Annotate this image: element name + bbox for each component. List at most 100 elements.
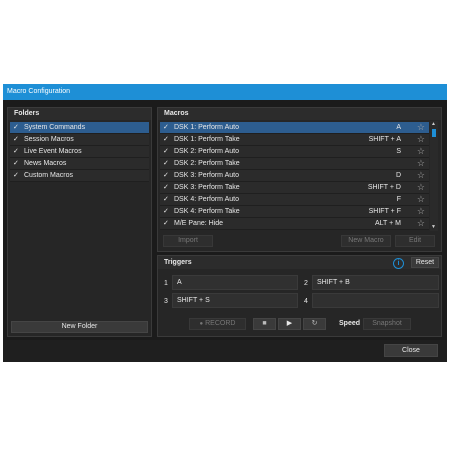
macro-item-shortcut: A bbox=[396, 124, 401, 131]
macro-item-label: DSK 1: Perform Auto bbox=[174, 124, 239, 131]
macros-header: Macros bbox=[158, 108, 441, 120]
macro-item-shortcut: SHIFT + D bbox=[367, 184, 401, 191]
macro-item[interactable]: ✓ DSK 3: Perform Take SHIFT + D ☆ bbox=[160, 182, 429, 194]
favorite-star-icon[interactable]: ☆ bbox=[417, 146, 425, 156]
favorite-star-icon[interactable]: ☆ bbox=[417, 134, 425, 144]
macro-configuration-dialog: Macro Configuration Folders ✓ System Comm… bbox=[3, 84, 447, 362]
macro-item-shortcut: SHIFT + A bbox=[368, 136, 401, 143]
check-icon[interactable]: ✓ bbox=[163, 219, 169, 227]
folder-item[interactable]: ✓ Custom Macros bbox=[10, 170, 149, 182]
loop-button[interactable]: ↻ bbox=[303, 318, 326, 330]
triggers-title: Triggers bbox=[164, 259, 192, 266]
macro-item[interactable]: ✓ DSK 4: Perform Auto F ☆ bbox=[160, 194, 429, 206]
folder-item[interactable]: ✓ Live Event Macros bbox=[10, 146, 149, 158]
macro-item-label: DSK 2: Perform Auto bbox=[174, 148, 239, 155]
folders-title: Folders bbox=[14, 110, 40, 117]
macro-item[interactable]: ✓ DSK 2: Perform Take ☆ bbox=[160, 158, 429, 170]
play-button[interactable]: ▶ bbox=[278, 318, 301, 330]
trigger-1-field[interactable]: A bbox=[172, 275, 298, 290]
macros-panel: Macros ✓ DSK 1: Perform Auto A ☆ ✓ DSK 1: Per… bbox=[157, 107, 442, 252]
speed-label: Speed bbox=[339, 320, 361, 327]
record-dot-icon: ● bbox=[199, 321, 204, 327]
favorite-star-icon[interactable]: ☆ bbox=[417, 206, 425, 216]
macro-item-shortcut: ALT + M bbox=[374, 220, 401, 227]
macro-item-shortcut: F bbox=[396, 196, 401, 203]
record-button[interactable]: ● RECORD bbox=[189, 318, 246, 330]
loop-icon: ↻ bbox=[311, 320, 318, 327]
check-icon[interactable]: ✓ bbox=[163, 135, 169, 143]
trigger-3-field[interactable]: SHIFT + S bbox=[172, 293, 298, 308]
close-button[interactable]: Close bbox=[384, 344, 438, 357]
macro-item-label: DSK 1: Perform Take bbox=[174, 136, 240, 143]
folder-item-label: Live Event Macros bbox=[24, 148, 82, 155]
macro-item[interactable]: ✓ DSK 1: Perform Take SHIFT + A ☆ bbox=[160, 134, 429, 146]
trigger-2-value: SHIFT + B bbox=[317, 279, 350, 286]
macro-item-shortcut: SHIFT + F bbox=[368, 208, 401, 215]
new-folder-button[interactable]: New Folder bbox=[11, 321, 148, 333]
trigger-3-value: SHIFT + S bbox=[177, 297, 210, 304]
check-icon[interactable]: ✓ bbox=[163, 123, 169, 131]
macro-item-shortcut: S bbox=[396, 148, 401, 155]
check-icon[interactable]: ✓ bbox=[163, 171, 169, 179]
favorite-star-icon[interactable]: ☆ bbox=[417, 182, 425, 192]
favorite-star-icon[interactable]: ☆ bbox=[417, 218, 425, 228]
favorite-star-icon[interactable]: ☆ bbox=[417, 158, 425, 168]
folders-header: Folders bbox=[8, 108, 151, 120]
check-icon[interactable]: ✓ bbox=[163, 147, 169, 155]
macro-item[interactable]: ✓ DSK 1: Perform Auto A ☆ bbox=[160, 122, 429, 134]
macros-title: Macros bbox=[164, 110, 189, 117]
check-icon[interactable]: ✓ bbox=[13, 171, 19, 179]
macro-item-shortcut: D bbox=[395, 172, 401, 179]
macro-item[interactable]: ✓ M/E Pane: Hide ALT + M ☆ bbox=[160, 218, 429, 230]
check-icon[interactable]: ✓ bbox=[13, 123, 19, 131]
check-icon[interactable]: ✓ bbox=[163, 183, 169, 191]
macro-item[interactable]: ✓ DSK 2: Perform Auto S ☆ bbox=[160, 146, 429, 158]
speed-select[interactable]: Snapshot bbox=[363, 318, 411, 330]
macro-item-label: DSK 3: Perform Take bbox=[174, 184, 240, 191]
check-icon[interactable]: ✓ bbox=[163, 159, 169, 167]
folder-item-label: News Macros bbox=[24, 160, 67, 167]
stop-button[interactable]: ■ bbox=[253, 318, 276, 330]
dialog-footer: Close bbox=[3, 340, 447, 362]
folder-item[interactable]: ✓ News Macros bbox=[10, 158, 149, 170]
info-icon[interactable]: i bbox=[393, 258, 404, 269]
scroll-up-icon[interactable]: ▲ bbox=[431, 121, 436, 127]
check-icon[interactable]: ✓ bbox=[13, 135, 19, 143]
folders-panel: Folders ✓ System Commands ✓ Session Macros ✓… bbox=[7, 107, 152, 337]
trigger-2-field[interactable]: SHIFT + B bbox=[312, 275, 439, 290]
folder-item[interactable]: ✓ Session Macros bbox=[10, 134, 149, 146]
title-bar: Macro Configuration bbox=[3, 84, 447, 100]
check-icon[interactable]: ✓ bbox=[163, 195, 169, 203]
favorite-star-icon[interactable]: ☆ bbox=[417, 170, 425, 180]
triggers-panel: Triggers i Reset 1 A 2 SHIFT + B 3 SHIFT… bbox=[157, 255, 442, 337]
reset-button[interactable]: Reset bbox=[411, 257, 439, 268]
folder-item-label: Session Macros bbox=[24, 136, 74, 143]
folder-item[interactable]: ✓ System Commands bbox=[10, 122, 149, 134]
stop-icon: ■ bbox=[262, 320, 267, 327]
scroll-down-icon[interactable]: ▼ bbox=[431, 224, 436, 230]
favorite-star-icon[interactable]: ☆ bbox=[417, 194, 425, 204]
macro-item[interactable]: ✓ DSK 4: Perform Take SHIFT + F ☆ bbox=[160, 206, 429, 218]
trigger-4-field[interactable] bbox=[312, 293, 439, 308]
record-label: RECORD bbox=[205, 320, 236, 327]
new-macro-button[interactable]: New Macro bbox=[341, 235, 391, 247]
trigger-2-number: 2 bbox=[304, 280, 308, 287]
check-icon[interactable]: ✓ bbox=[13, 147, 19, 155]
macro-item[interactable]: ✓ DSK 3: Perform Auto D ☆ bbox=[160, 170, 429, 182]
macro-item-label: DSK 4: Perform Auto bbox=[174, 196, 239, 203]
play-icon: ▶ bbox=[286, 320, 293, 327]
favorite-star-icon[interactable]: ☆ bbox=[417, 122, 425, 132]
scrollbar-thumb[interactable] bbox=[432, 129, 436, 137]
trigger-3-number: 3 bbox=[164, 298, 168, 305]
trigger-1-number: 1 bbox=[164, 280, 168, 287]
trigger-1-value: A bbox=[177, 279, 182, 286]
folder-item-label: Custom Macros bbox=[24, 172, 74, 179]
window-title: Macro Configuration bbox=[7, 88, 71, 95]
macro-item-label: DSK 2: Perform Take bbox=[174, 160, 240, 167]
macro-item-label: DSK 3: Perform Auto bbox=[174, 172, 239, 179]
import-button[interactable]: Import bbox=[163, 235, 213, 247]
check-icon[interactable]: ✓ bbox=[13, 159, 19, 167]
edit-button[interactable]: Edit bbox=[395, 235, 435, 247]
macros-scrollbar[interactable]: ▲ ▼ bbox=[430, 121, 438, 231]
check-icon[interactable]: ✓ bbox=[163, 207, 169, 215]
